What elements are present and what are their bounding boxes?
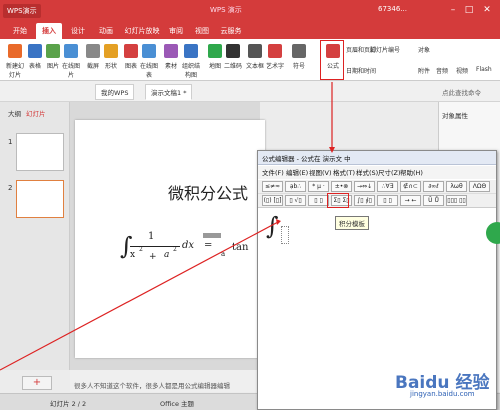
arrow-head <box>276 219 281 225</box>
baidu-watermark-url: jingyan.baidu.com <box>410 390 475 398</box>
annotation-arrows <box>0 82 335 371</box>
arrow-to-integral <box>0 221 279 371</box>
arrow-head <box>329 147 335 153</box>
